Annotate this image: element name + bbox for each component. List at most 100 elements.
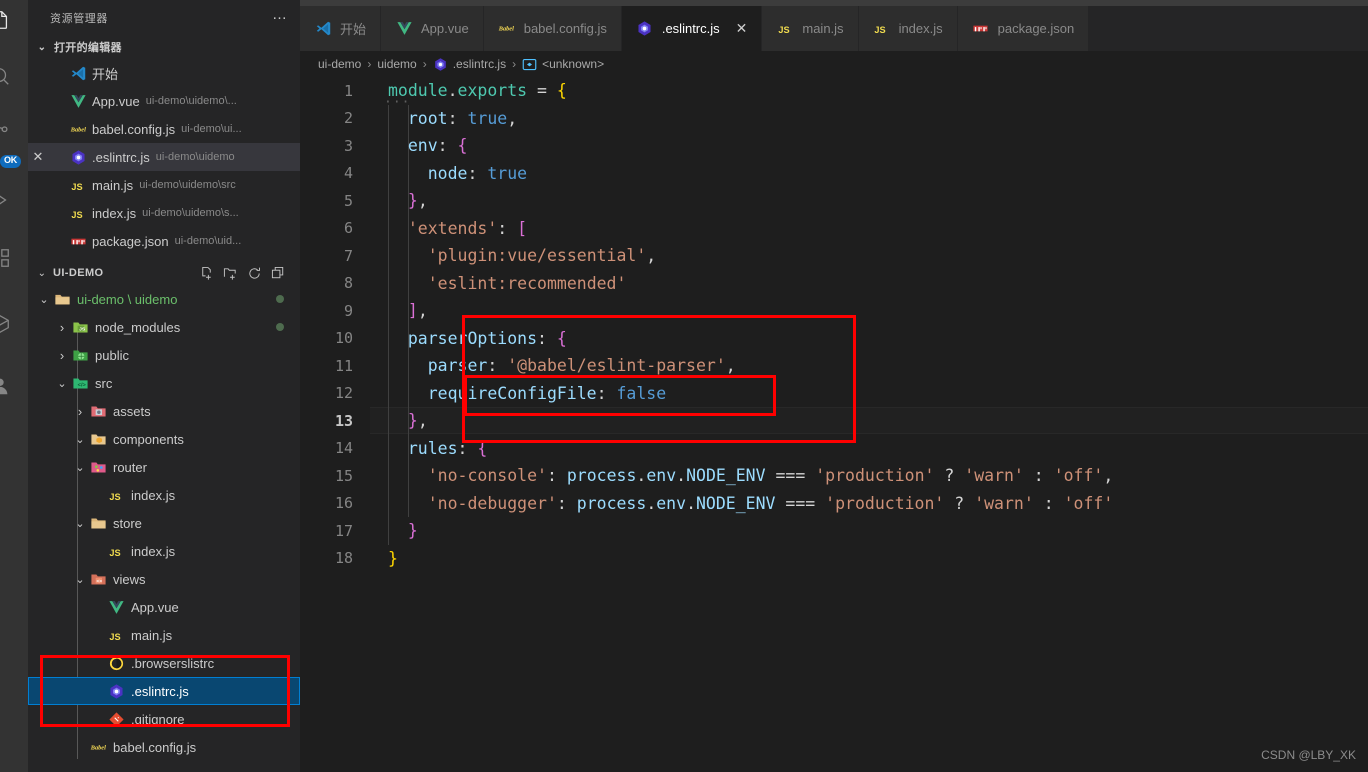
- code-line: 8 'eslint:recommended': [300, 270, 1368, 298]
- run-debug-icon[interactable]: [0, 186, 14, 214]
- tree-item-label: main.js: [131, 627, 173, 643]
- breadcrumb-item[interactable]: <unknown>: [542, 57, 604, 71]
- breadcrumb-item[interactable]: .eslintrc.js: [453, 57, 506, 71]
- tree-item-label: App.vue: [131, 599, 179, 615]
- symbol-icon: [522, 57, 537, 72]
- chevron-down-icon[interactable]: ⌄: [54, 377, 70, 390]
- git-status-dot: [276, 295, 284, 303]
- open-editors-header[interactable]: ⌄ 打开的编辑器: [28, 35, 300, 59]
- tab-App.vue[interactable]: App.vue: [381, 6, 484, 51]
- chevron-right-icon[interactable]: ›: [72, 404, 88, 419]
- tree-item-icon-wrap: [106, 683, 126, 700]
- search-icon[interactable]: [0, 62, 14, 90]
- code-line-text: 'plugin:vue/essential',: [427, 246, 657, 266]
- tree-file-item[interactable]: App.vue: [28, 593, 300, 621]
- chevron-down-icon[interactable]: ⌄: [72, 573, 88, 586]
- tab-close-icon[interactable]: ✕: [736, 20, 748, 37]
- breadcrumb-separator-icon: ›: [422, 57, 427, 71]
- open-editor-item[interactable]: Babel babel.config.js ui-demo\ui...: [28, 115, 300, 143]
- chevron-down-icon[interactable]: ⌄: [36, 293, 52, 306]
- tree-file-item[interactable]: JS main.js: [28, 621, 300, 649]
- tab-icon-wrap: JS: [873, 20, 891, 37]
- tree-file-item[interactable]: JS index.js: [28, 537, 300, 565]
- code-line: 6 'extends': [: [300, 215, 1368, 243]
- open-editor-path: ui-demo\uidemo\src: [139, 179, 236, 191]
- tree-folder-item[interactable]: ⌄ components: [28, 425, 300, 453]
- chevron-right-icon[interactable]: ›: [54, 320, 70, 335]
- breadcrumb-item[interactable]: uidemo: [377, 57, 416, 71]
- chevron-right-icon[interactable]: ›: [54, 348, 70, 363]
- remote-explorer-icon[interactable]: [0, 310, 14, 338]
- tree-folder-item[interactable]: › assets: [28, 397, 300, 425]
- open-editor-item[interactable]: package.json ui-demo\uid...: [28, 227, 300, 255]
- svg-text:Babel: Babel: [498, 26, 514, 33]
- open-editor-item[interactable]: JS main.js ui-demo\uidemo\src: [28, 171, 300, 199]
- tab-babel.config.js[interactable]: Babel babel.config.js: [483, 6, 622, 51]
- line-number: 4: [343, 164, 353, 183]
- account-icon[interactable]: [0, 372, 14, 400]
- line-number: 3: [343, 136, 353, 155]
- tree-file-item[interactable]: Babel babel.config.js: [28, 733, 300, 761]
- chevron-down-icon[interactable]: ⌄: [72, 517, 88, 530]
- tab-index.js[interactable]: JS index.js: [858, 6, 958, 51]
- chevron-down-icon: ⌄: [37, 41, 47, 53]
- tree-folder-item[interactable]: ⌄ <> views: [28, 565, 300, 593]
- svg-text:JS: JS: [874, 25, 885, 35]
- chevron-down-icon[interactable]: ⌄: [72, 461, 88, 474]
- chevron-down-icon[interactable]: ⌄: [72, 433, 88, 446]
- open-editor-item[interactable]: 开始: [28, 59, 300, 87]
- sidebar-header: 资源管理器 …: [28, 0, 300, 35]
- project-tree-header[interactable]: ⌄ UI-DEMO: [28, 261, 300, 285]
- file-icon-wrap: [68, 65, 88, 82]
- tab-package.json[interactable]: package.json: [957, 6, 1090, 51]
- tree-folder-item[interactable]: › public: [28, 341, 300, 369]
- open-editor-item[interactable]: ✕ .eslintrc.js ui-demo\uidemo: [28, 143, 300, 171]
- vue-icon: [396, 20, 413, 37]
- open-editor-path: ui-demo\uidemo\s...: [142, 207, 239, 219]
- close-icon[interactable]: ✕: [28, 149, 48, 165]
- file-icon-wrap: JS: [68, 205, 88, 222]
- tree-folder-item[interactable]: ⌄ </> src: [28, 369, 300, 397]
- tree-item-icon-wrap: Babel: [88, 739, 108, 756]
- code-line-text: rules: {: [388, 438, 488, 458]
- tab-icon-wrap: [972, 20, 990, 37]
- code-editor[interactable]: ··· 1 module.exports = {2 root: true, 3 env…: [300, 77, 1368, 772]
- tree-file-item[interactable]: .gitignore: [28, 705, 300, 733]
- open-editor-item[interactable]: JS index.js ui-demo\uidemo\s...: [28, 199, 300, 227]
- tab-main.js[interactable]: JS main.js: [762, 6, 859, 51]
- code-line-text: },: [407, 411, 428, 431]
- refresh-icon[interactable]: [247, 266, 262, 281]
- extensions-icon[interactable]: [0, 244, 14, 272]
- tab-.eslintrc.js[interactable]: .eslintrc.js ✕: [621, 6, 763, 51]
- explorer-icon[interactable]: [0, 6, 14, 34]
- tree-item-label: components: [113, 431, 184, 447]
- line-number: 6: [343, 219, 353, 238]
- source-control-icon[interactable]: [0, 118, 14, 146]
- tree-file-item[interactable]: .browserslistrc: [28, 649, 300, 677]
- sidebar-more-actions-icon[interactable]: …: [272, 7, 288, 25]
- open-editor-filename: .eslintrc.js: [92, 149, 150, 165]
- vscode-icon: [70, 65, 87, 82]
- collapse-all-icon[interactable]: [271, 266, 286, 281]
- new-folder-icon[interactable]: [223, 266, 238, 281]
- tree-item-icon-wrap: [88, 431, 108, 448]
- tree-file-item[interactable]: JS index.js: [28, 481, 300, 509]
- js-icon: JS: [108, 627, 125, 644]
- open-editor-filename: index.js: [92, 205, 137, 221]
- sidebar-title-label: 资源管理器: [50, 12, 108, 25]
- line-number: 5: [343, 191, 353, 210]
- tree-folder-item[interactable]: › JS node_modules: [28, 313, 300, 341]
- code-line: 17 }: [300, 517, 1368, 545]
- chevron-down-icon: ⌄: [37, 267, 47, 279]
- tab-开始[interactable]: 开始: [300, 6, 382, 51]
- tree-folder-item[interactable]: ⌄ router: [28, 453, 300, 481]
- breadcrumb-item[interactable]: ui-demo: [318, 57, 361, 71]
- file-icon-wrap: [68, 233, 88, 250]
- tab-icon-wrap: Babel: [498, 20, 516, 37]
- tree-folder-item[interactable]: ⌄ store: [28, 509, 300, 537]
- new-file-icon[interactable]: [199, 266, 214, 281]
- tree-file-item[interactable]: .eslintrc.js: [28, 677, 300, 705]
- code-line-text: parser: '@babel/eslint-parser',: [388, 356, 736, 376]
- open-editor-item[interactable]: App.vue ui-demo\uidemo\...: [28, 87, 300, 115]
- tree-folder-item[interactable]: ⌄ ui-demo \ uidemo: [28, 285, 300, 313]
